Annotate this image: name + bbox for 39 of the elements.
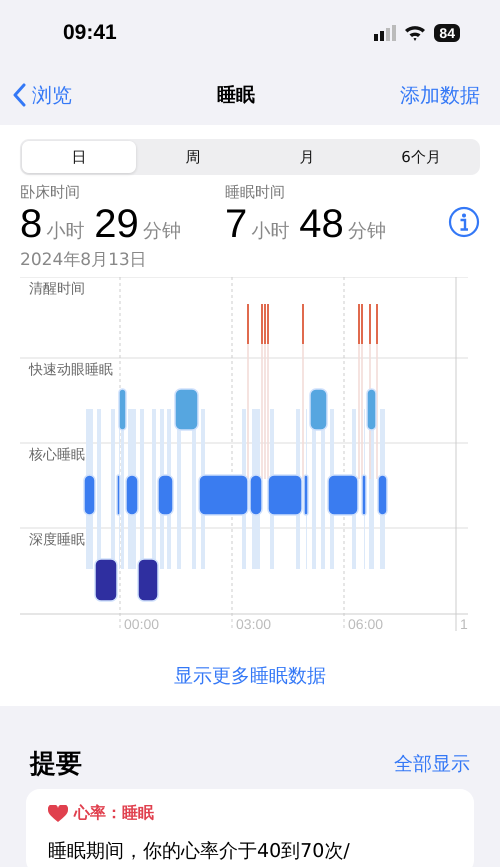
add-data-button[interactable]: 添加数据 [400,82,480,108]
time-tick: 00:00 [124,616,160,632]
minutes-value: 29 [94,204,139,244]
date-label: 2024年8月13日 [20,249,148,271]
category-label: 心率：睡眠 [74,803,154,824]
hours-value: 7 [225,204,248,244]
status-time: 09:41 [63,20,117,44]
time-tick: 1 [460,616,468,632]
stat-label: 睡眠时间 [225,183,286,202]
page-title: 睡眠 [217,83,255,108]
more-data-link[interactable]: 显示更多睡眠数据 [168,662,332,690]
period-tab[interactable]: 周 [136,141,250,173]
minutes-unit: 分钟 [348,219,386,244]
wifi-icon [404,24,426,40]
time-tick: 03:00 [236,616,272,632]
hours-unit: 小时 [251,219,290,244]
battery-level: 84 [434,24,460,42]
stage-label: 清醒时间 [29,281,85,297]
stage-label: 核心睡眠 [29,447,85,463]
hours-unit: 小时 [46,219,84,244]
show-all-link[interactable]: 全部显示 [394,750,470,776]
heart-icon [48,804,68,822]
time-tick: 06:00 [348,616,384,632]
signal-icon [374,24,396,40]
info-icon[interactable] [448,206,480,238]
summary-card[interactable]: 心率：睡眠 睡眠期间，你的心率介于40到70次/ [26,789,474,867]
period-tab[interactable]: 月 [250,141,364,173]
hours-value: 8 [20,204,42,244]
minutes-unit: 分钟 [142,219,181,244]
back-button[interactable]: 浏览 [12,82,72,108]
summary-text: 睡眠期间，你的心率介于40到70次/ [48,839,351,864]
stage-label: 快速动眼睡眠 [29,362,113,378]
period-tab[interactable]: 6个月 [364,141,478,173]
stage-label: 深度睡眠 [29,532,85,548]
stat-label: 卧床时间 [20,183,81,202]
back-chevron-icon [12,83,26,107]
period-tab[interactable]: 日 [22,141,136,173]
minutes-value: 48 [299,204,344,244]
section-title: 提要 [30,748,82,781]
